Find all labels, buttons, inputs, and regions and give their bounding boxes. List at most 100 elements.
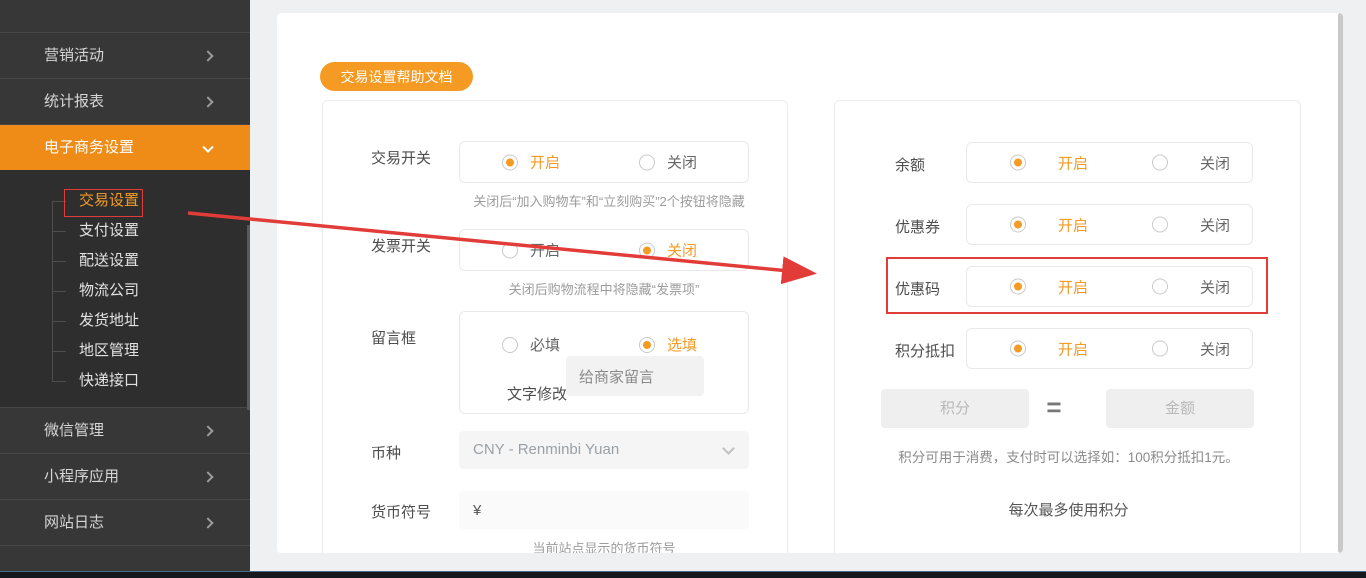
radio-on-icon[interactable] xyxy=(1010,216,1026,233)
content-panel: 交易设置帮助文档 交易开关 开启 关闭 关闭后“加入购物车”和“立刻购买”2个按… xyxy=(277,13,1343,553)
option-label: 关闭 xyxy=(1200,279,1231,296)
option-label: 开启 xyxy=(1058,279,1089,296)
radio-off-icon[interactable] xyxy=(639,154,655,170)
balance-off-option[interactable]: 关闭 xyxy=(1152,152,1230,173)
submenu-item-label: 支付设置 xyxy=(79,222,140,239)
sidebar-item-reports[interactable]: 统计报表 xyxy=(0,79,250,125)
invoice-switch-off-option[interactable]: 关闭 xyxy=(639,240,697,261)
submenu-item-delivery-settings[interactable]: 配送设置 xyxy=(0,246,250,276)
option-label: 开启 xyxy=(1058,341,1089,358)
submenu-item-label: 配送设置 xyxy=(79,252,140,269)
option-label: 开启 xyxy=(530,154,561,172)
submenu-item-label: 发货地址 xyxy=(79,312,140,329)
invoice-switch-toggle: 开启 关闭 xyxy=(459,229,749,271)
radio-off-icon[interactable] xyxy=(1152,216,1168,233)
message-required-option[interactable]: 必填 xyxy=(502,334,560,355)
coupon-off-option[interactable]: 关闭 xyxy=(1152,214,1230,235)
promo-code-label: 优惠码 xyxy=(895,281,941,298)
sidebar-submenu: 交易设置 支付设置 配送设置 物流公司 发货地址 地区管理 快递接口 xyxy=(0,170,250,408)
radio-required-icon[interactable] xyxy=(502,336,518,353)
points-deduct-on-option[interactable]: 开启 xyxy=(1010,338,1088,359)
radio-off-icon[interactable] xyxy=(639,242,655,258)
chevron-right-icon xyxy=(202,424,214,437)
option-label: 关闭 xyxy=(667,242,698,260)
sidebar-item-wechat[interactable]: 微信管理 xyxy=(0,408,250,454)
sidebar-item-label: 网站日志 xyxy=(44,514,105,531)
submenu-item-label: 物流公司 xyxy=(79,282,140,299)
radio-on-icon[interactable] xyxy=(1010,340,1026,357)
points-deduct-off-option[interactable]: 关闭 xyxy=(1152,338,1230,359)
max-points-label: 每次最多使用积分 xyxy=(1008,502,1129,519)
submenu-item-payment-settings[interactable]: 支付设置 xyxy=(0,216,250,246)
invoice-switch-on-option[interactable]: 开启 xyxy=(502,240,560,261)
option-label: 开启 xyxy=(530,242,561,260)
currency-label: 币种 xyxy=(371,445,402,462)
sidebar-scrollbar[interactable] xyxy=(247,225,250,410)
option-label: 开启 xyxy=(1058,217,1089,234)
message-optional-option[interactable]: 选填 xyxy=(639,334,697,355)
points-helper: 积分可用于消费，支付时可以选择如：100积分抵扣1元。 xyxy=(898,450,1239,465)
radio-on-icon[interactable] xyxy=(1010,278,1026,295)
trade-switch-toggle: 开启 关闭 xyxy=(459,141,749,183)
sidebar-item-ecommerce-settings[interactable]: 电子商务设置 xyxy=(0,125,250,170)
submenu-item-label: 快递接口 xyxy=(79,372,140,389)
sidebar-item-label: 营销活动 xyxy=(44,47,105,64)
trade-switch-on-option[interactable]: 开启 xyxy=(502,152,560,173)
sidebar-top-gap xyxy=(0,0,250,33)
sidebar-item-site-logs[interactable]: 网站日志 xyxy=(0,500,250,546)
points-input[interactable] xyxy=(881,389,1029,428)
currency-select-value: CNY - Renminbi Yuan xyxy=(473,441,620,458)
radio-off-icon[interactable] xyxy=(1152,278,1168,295)
message-text-input[interactable] xyxy=(566,356,704,396)
sidebar-item-label: 统计报表 xyxy=(44,93,105,110)
trade-switch-off-option[interactable]: 关闭 xyxy=(639,152,697,173)
invoice-switch-label: 发票开关 xyxy=(371,238,432,255)
balance-on-option[interactable]: 开启 xyxy=(1010,152,1088,173)
chevron-right-icon xyxy=(202,516,214,529)
trade-switch-helper: 关闭后“加入购物车”和“立刻购买”2个按钮将隐藏 xyxy=(473,194,745,209)
coupon-toggle: 开启 关闭 xyxy=(966,204,1253,245)
panel-scrollbar[interactable] xyxy=(1338,13,1343,553)
submenu-item-region-management[interactable]: 地区管理 xyxy=(0,336,250,366)
submenu-item-express-api[interactable]: 快递接口 xyxy=(0,366,250,396)
chevron-right-icon xyxy=(202,95,214,108)
message-box-label: 留言框 xyxy=(371,330,417,347)
coupon-on-option[interactable]: 开启 xyxy=(1010,214,1088,235)
balance-label: 余额 xyxy=(895,157,926,174)
currency-symbol-input[interactable] xyxy=(459,491,749,529)
points-deduct-label: 积分抵扣 xyxy=(895,343,956,360)
currency-symbol-label: 货币符号 xyxy=(371,504,432,521)
radio-on-icon[interactable] xyxy=(1010,154,1026,171)
equals-sign: = xyxy=(1046,392,1062,422)
trade-settings-help-button[interactable]: 交易设置帮助文档 xyxy=(320,62,473,91)
text-edit-label: 文字修改 xyxy=(507,386,568,403)
option-label: 关闭 xyxy=(1200,155,1231,172)
submenu-item-label: 地区管理 xyxy=(79,342,140,359)
submenu-item-shipping-address[interactable]: 发货地址 xyxy=(0,306,250,336)
submenu-item-trade-settings[interactable]: 交易设置 xyxy=(0,186,250,216)
trade-switch-label: 交易开关 xyxy=(371,150,432,167)
promo-code-off-option[interactable]: 关闭 xyxy=(1152,276,1230,297)
amount-input[interactable] xyxy=(1106,389,1254,428)
option-label: 选填 xyxy=(667,337,698,354)
radio-on-icon[interactable] xyxy=(502,242,518,258)
option-label: 关闭 xyxy=(1200,217,1231,234)
option-label: 开启 xyxy=(1058,155,1089,172)
radio-optional-icon[interactable] xyxy=(639,336,655,353)
currency-select[interactable]: CNY - Renminbi Yuan xyxy=(459,431,749,469)
points-deduct-toggle: 开启 关闭 xyxy=(966,328,1253,369)
trade-settings-card: 交易开关 开启 关闭 关闭后“加入购物车”和“立刻购买”2个按钮将隐藏 发票开关… xyxy=(322,100,788,553)
balance-toggle: 开启 关闭 xyxy=(966,142,1253,183)
invoice-switch-helper: 关闭后购物流程中将隐藏“发票项” xyxy=(508,282,700,297)
sidebar: 营销活动 统计报表 电子商务设置 交易设置 支付设置 配送设置 物流公司 发货地… xyxy=(0,0,250,571)
message-box-group: 必填 选填 文字修改 xyxy=(459,311,749,414)
sidebar-item-marketing[interactable]: 营销活动 xyxy=(0,33,250,79)
chevron-right-icon xyxy=(202,470,214,483)
sidebar-item-miniprogram[interactable]: 小程序应用 xyxy=(0,454,250,500)
radio-off-icon[interactable] xyxy=(1152,340,1168,357)
promo-code-on-option[interactable]: 开启 xyxy=(1010,276,1088,297)
submenu-item-logistics-company[interactable]: 物流公司 xyxy=(0,276,250,306)
radio-on-icon[interactable] xyxy=(502,154,518,170)
option-label: 必填 xyxy=(530,337,561,354)
radio-off-icon[interactable] xyxy=(1152,154,1168,171)
